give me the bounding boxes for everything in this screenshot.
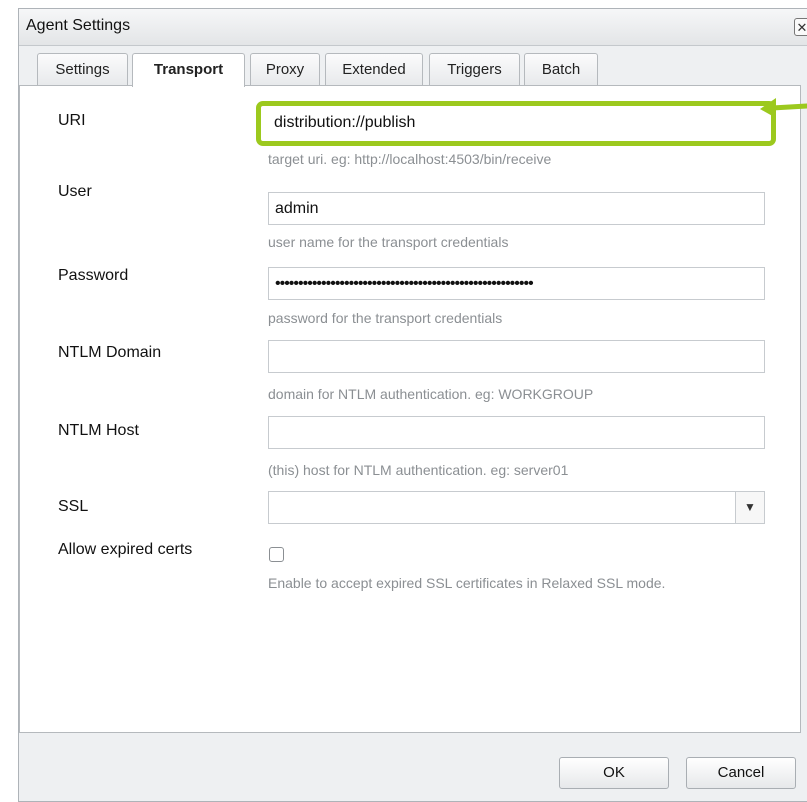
agent-settings-dialog: Agent Settings ✕ Settings Transport Prox… <box>18 8 807 802</box>
dialog-title: Agent Settings <box>26 17 131 34</box>
tab-transport[interactable]: Transport <box>132 53 245 87</box>
allow-expired-checkbox[interactable] <box>269 547 284 562</box>
ntlm-domain-label: NTLM Domain <box>58 344 162 361</box>
tab-proxy[interactable]: Proxy <box>250 53 320 86</box>
tab-extended[interactable]: Extended <box>325 53 423 86</box>
uri-label: URI <box>58 112 86 129</box>
ssl-label: SSL <box>58 498 89 515</box>
ssl-select[interactable]: ▼ <box>268 491 765 524</box>
tab-batch[interactable]: Batch <box>524 53 598 86</box>
dialog-footer: OK Cancel <box>19 733 801 801</box>
ntlm-domain-hint: domain for NTLM authentication. eg: WORK… <box>268 386 594 402</box>
allow-expired-hint: Enable to accept expired SSL certificate… <box>268 575 666 591</box>
uri-input[interactable]: distribution://publish <box>256 101 776 146</box>
transport-panel: URI distribution://publish target uri. e… <box>19 85 801 733</box>
uri-hint: target uri. eg: http://localhost:4503/bi… <box>268 151 552 167</box>
password-label: Password <box>58 267 129 284</box>
password-hint: password for the transport credentials <box>268 310 503 326</box>
ntlm-host-label: NTLM Host <box>58 422 139 439</box>
tab-bar: Settings Transport Proxy Extended Trigge… <box>19 45 807 87</box>
ok-button[interactable]: OK <box>559 757 669 789</box>
tab-triggers[interactable]: Triggers <box>429 53 520 86</box>
arrow-left-icon <box>760 98 807 118</box>
tab-settings[interactable]: Settings <box>37 53 128 86</box>
user-input[interactable]: admin <box>268 192 765 225</box>
close-icon[interactable]: ✕ <box>794 18 807 36</box>
dialog-titlebar: Agent Settings ✕ <box>19 9 807 46</box>
ntlm-domain-input[interactable] <box>268 340 765 373</box>
chevron-down-icon[interactable]: ▼ <box>735 492 764 523</box>
ntlm-host-hint: (this) host for NTLM authentication. eg:… <box>268 462 569 478</box>
ntlm-host-input[interactable] <box>268 416 765 449</box>
cancel-button[interactable]: Cancel <box>686 757 796 789</box>
user-hint: user name for the transport credentials <box>268 234 509 250</box>
user-label: User <box>58 183 92 200</box>
password-input[interactable]: ••••••••••••••••••••••••••••••••••••••••… <box>268 267 765 300</box>
allow-expired-label: Allow expired certs <box>58 541 193 558</box>
